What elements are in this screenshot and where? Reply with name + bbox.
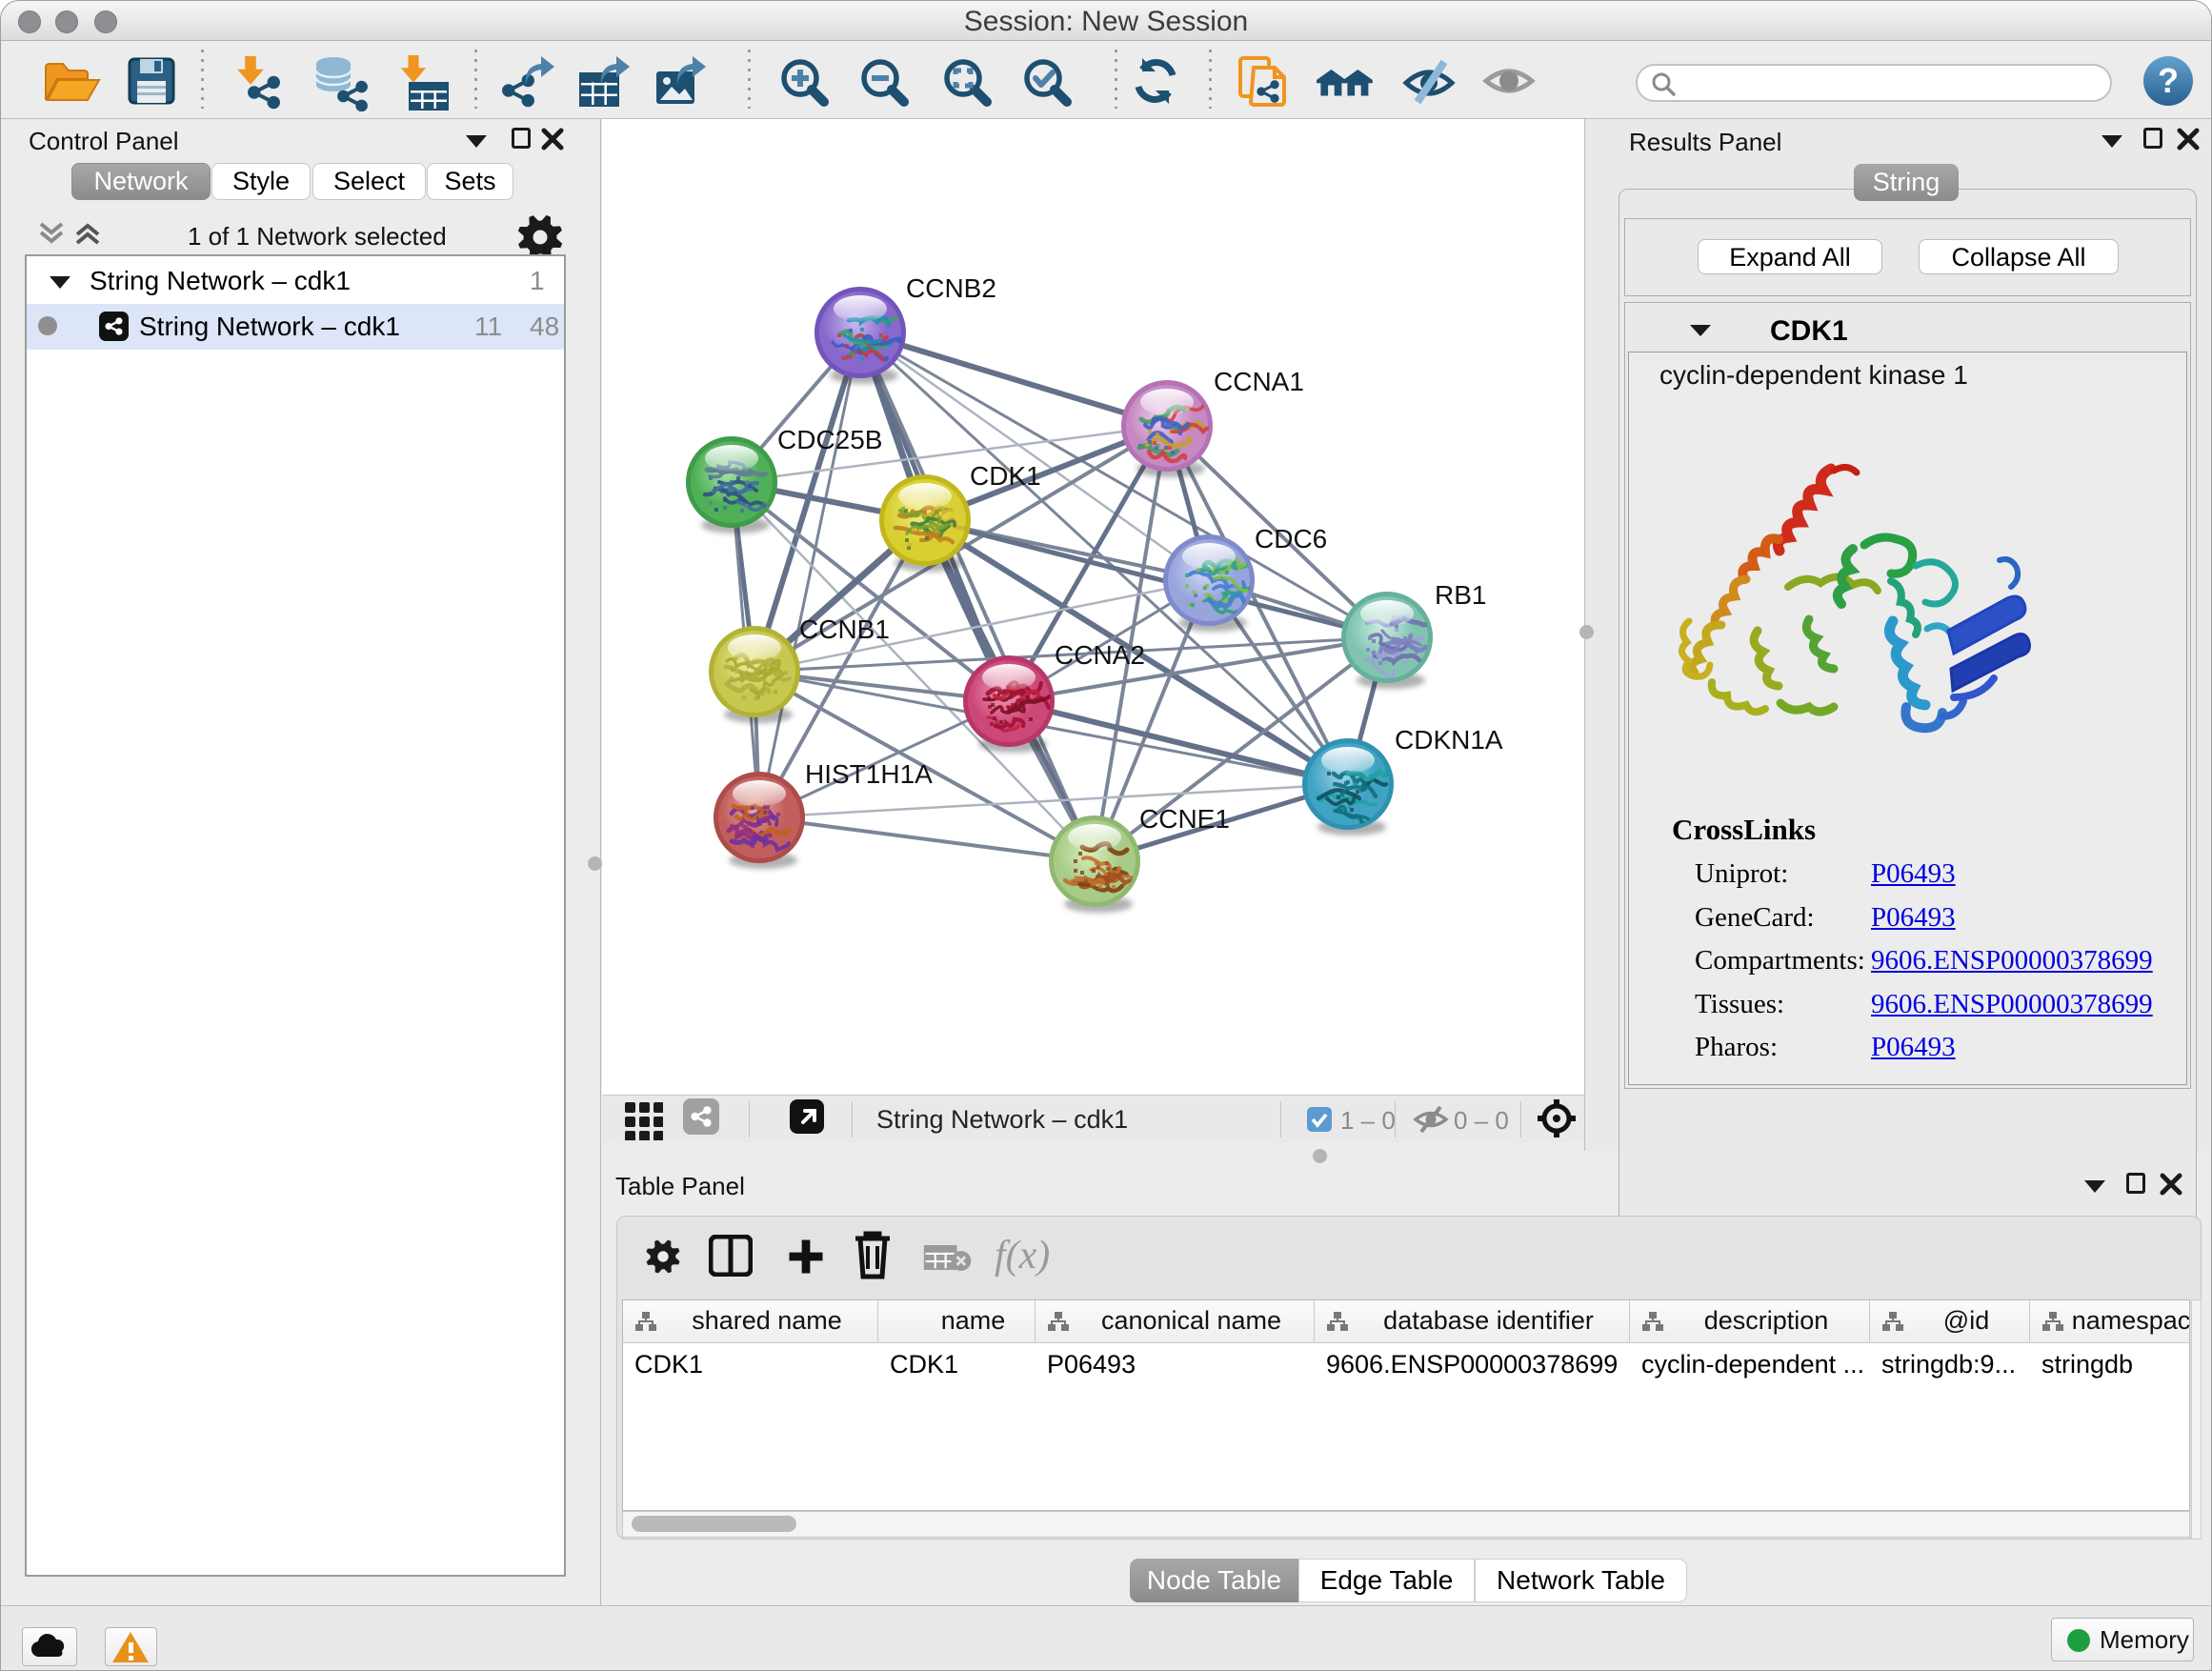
svg-text:RB1: RB1 xyxy=(1435,580,1486,610)
svg-text:CCNA1: CCNA1 xyxy=(1214,367,1304,396)
svg-text:CCNB1: CCNB1 xyxy=(799,614,890,644)
svg-text:CCNB2: CCNB2 xyxy=(906,273,996,303)
svg-text:CDC6: CDC6 xyxy=(1255,524,1327,554)
svg-text:CCNE1: CCNE1 xyxy=(1139,804,1230,834)
svg-text:CDK1: CDK1 xyxy=(970,461,1041,491)
svg-text:?: ? xyxy=(2158,61,2179,100)
svg-text:CDKN1A: CDKN1A xyxy=(1395,725,1503,755)
svg-text:CDC25B: CDC25B xyxy=(777,425,882,454)
svg-text:HIST1H1A: HIST1H1A xyxy=(805,759,933,789)
svg-text:CCNA2: CCNA2 xyxy=(1055,640,1145,670)
